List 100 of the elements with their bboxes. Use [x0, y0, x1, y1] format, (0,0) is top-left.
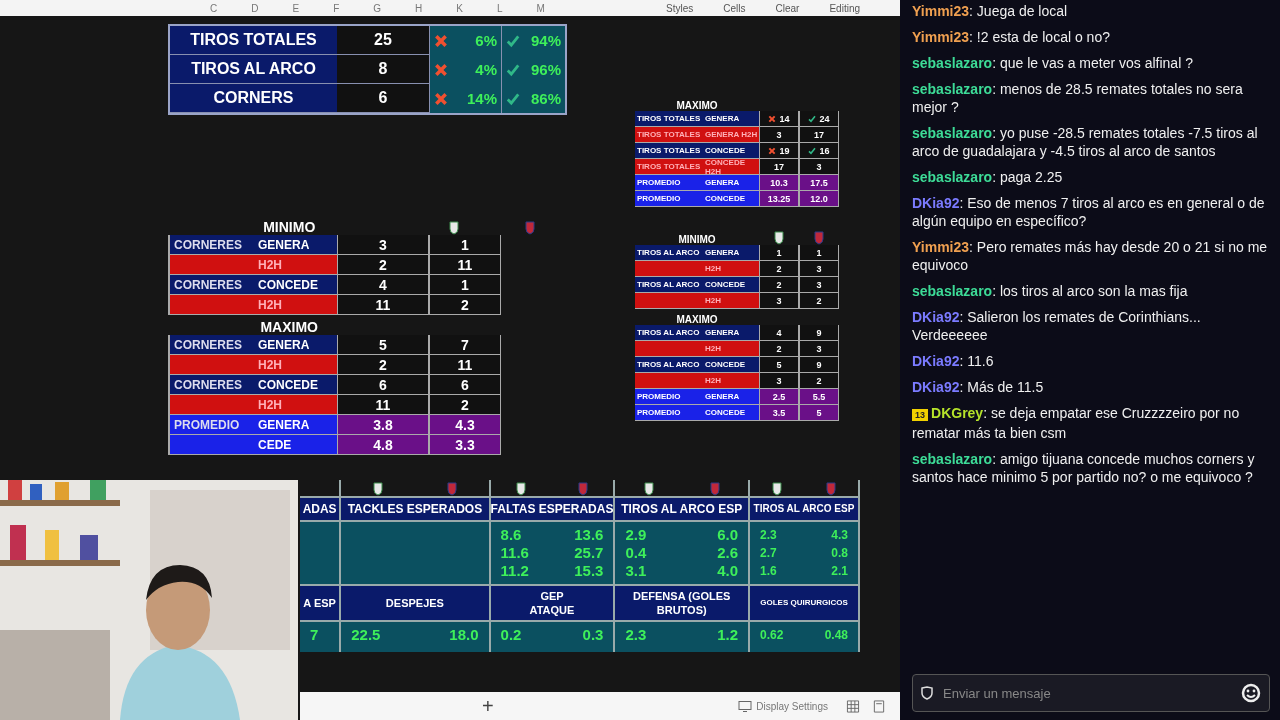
check-icon [506, 62, 520, 77]
sub-badge: 13 [912, 409, 928, 421]
chat-message: DKia92: Salieron los remates de Corinthians... Verdeeeeee [912, 308, 1202, 344]
cell-value: 25.7 [574, 544, 604, 562]
column-title: ADAS [300, 496, 340, 522]
cell-value: 14 [779, 113, 790, 124]
shield-icon[interactable] [921, 686, 933, 700]
chat-message: sebaslazaro: menos de 28.5 remates totales no sera mejor ? [912, 80, 1244, 116]
crest-icon [772, 482, 782, 496]
row-sublabel: H2H [705, 264, 722, 273]
row-sublabel: CONCEDE [258, 377, 319, 392]
table-cell: 11 [429, 255, 501, 275]
ribbon-label[interactable]: Styles [666, 2, 694, 14]
cell-value: 17.5 [810, 177, 828, 188]
grid-view-icon[interactable] [846, 699, 860, 713]
cell-value: 2.3 [760, 527, 777, 544]
table-cell: 2 [799, 293, 839, 309]
row-label: CORNERES [173, 337, 243, 352]
message-input[interactable]: Enviar un mensaje [941, 684, 1233, 702]
column-title: TACKLES ESPERADOS [341, 496, 489, 522]
page-layout-icon[interactable] [872, 699, 886, 713]
check-icon [506, 33, 520, 48]
stat-label: TIROS AL ARCO [170, 55, 337, 84]
row-label: CORNERES [173, 237, 243, 252]
section-title: MAXIMO [675, 100, 719, 111]
emoji-icon[interactable] [1241, 683, 1261, 703]
check-icon [506, 91, 520, 106]
row-sublabel: CONCEDE [705, 408, 746, 417]
cell-value: 2.1 [831, 563, 848, 580]
row-sublabel: GENERA [258, 417, 311, 432]
table-cell: 3 [799, 261, 839, 277]
table-cell: 2.5 [759, 389, 799, 405]
column-header: K [456, 2, 463, 14]
cell-value: 3 [816, 161, 822, 172]
table-cell: 3 [799, 341, 839, 357]
row-sublabel: CONCEDE [705, 146, 746, 155]
percentage: 94% [530, 32, 561, 49]
row-sublabel: GENERA [258, 237, 311, 252]
cross-icon [434, 91, 448, 106]
cell-value: 11.2 [500, 562, 529, 580]
percentage: 14% [466, 90, 497, 107]
cell-value: 0.3 [582, 626, 604, 644]
column-title: DESPEJES [384, 596, 445, 610]
ribbon-label[interactable]: Editing [829, 2, 860, 14]
table-cell: 1 [429, 235, 501, 255]
cell-value: 0.8 [831, 545, 848, 562]
cell-value: 11.6 [500, 544, 529, 562]
table-cell: 2 [759, 277, 799, 293]
cell-value: 7 [310, 626, 319, 644]
table-cell: 3 [799, 277, 839, 293]
cell-value: 18.0 [449, 626, 479, 644]
column-title: TIROS AL ARCO ESP [615, 496, 748, 522]
crest-icon [577, 482, 588, 496]
table-cell: 4.3 [429, 415, 501, 435]
column-header: M [536, 2, 545, 14]
table-cell [300, 522, 340, 584]
cross-icon [434, 62, 448, 77]
add-sheet-button[interactable]: + [474, 694, 502, 718]
table-cell: 7 [429, 335, 501, 355]
table-cell: 11 [337, 395, 429, 415]
table-cell: 11 [337, 295, 429, 315]
ribbon-label[interactable]: Clear [775, 2, 800, 14]
crest-icon [446, 482, 457, 496]
table-cell: 11 [429, 355, 501, 375]
percentage: 4% [475, 61, 497, 78]
chat-input-box[interactable]: Enviar un mensaje [912, 674, 1270, 712]
row-sublabel: H2H [705, 376, 722, 385]
cell-value: 16 [819, 145, 830, 156]
table-cell: 2 [429, 295, 501, 315]
row-label: TIROS AL ARCO [637, 280, 701, 289]
display-settings-button[interactable]: Display Settings [732, 698, 834, 714]
chat-message: sebaslazaro: que le vas a meter vos alfinal ? [912, 54, 1194, 72]
row-sublabel: H2H [705, 344, 722, 353]
row-sublabel: GENERA [705, 178, 741, 187]
table-cell: 3 [759, 293, 799, 309]
crest-icon [814, 231, 824, 245]
stat-value: 8 [337, 55, 429, 84]
crest-icon [525, 221, 536, 235]
monitor-icon [738, 699, 753, 713]
percentage: 86% [530, 90, 561, 107]
table-cell: 9 [799, 357, 839, 373]
row-label: CORNERES [173, 377, 243, 392]
section-title: MAXIMO [259, 319, 319, 335]
row-label: TIROS TOTALES [637, 130, 702, 139]
section-title: MINIMO [262, 219, 317, 235]
row-sublabel: H2H [258, 397, 283, 412]
row-sublabel: GENERA [705, 328, 741, 337]
row-sublabel: CONCEDE [705, 360, 746, 369]
row-sublabel: GENERA [705, 114, 741, 123]
cell-value: 3 [776, 129, 782, 140]
table-cell: 5.5 [799, 389, 839, 405]
column-title: GOLES QUIRURGICOS [759, 597, 849, 609]
cell-value: 1.2 [717, 626, 738, 644]
row-label: PROMEDIO [173, 417, 241, 432]
column-header: H [415, 2, 423, 14]
row-sublabel: GENERA [258, 337, 311, 352]
ribbon-label[interactable]: Cells [723, 2, 746, 14]
row-label: TIROS TOTALES [637, 114, 702, 123]
cell-value: 0.4 [625, 544, 647, 562]
table-cell: 4 [759, 325, 799, 341]
